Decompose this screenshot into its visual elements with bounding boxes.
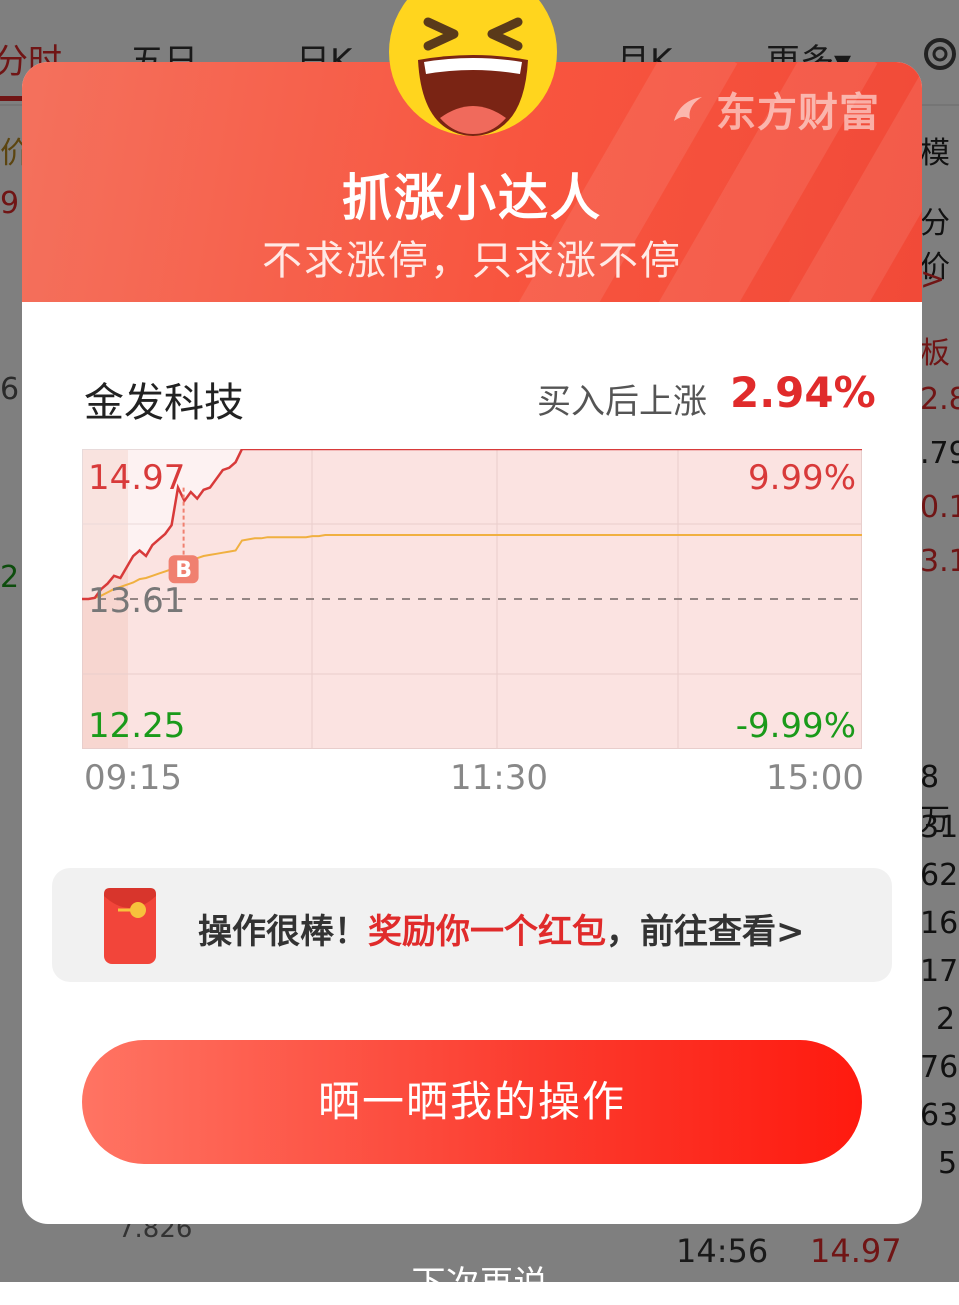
laughing-emoji-icon (389, 0, 557, 136)
chart-bottom-price: 12.25 (88, 706, 185, 746)
brand-name: 东方财富 (716, 90, 880, 136)
stock-name: 金发科技 (84, 380, 244, 426)
reward-banner[interactable]: 操作很棒！奖励你一个红包，前往查看> (52, 868, 892, 982)
x-tick-start: 09:15 (84, 758, 182, 798)
modal-title: 抓涨小达人 (342, 169, 602, 227)
later-button[interactable]: 下次再说 (0, 1256, 959, 1305)
x-tick-mid: 11:30 (450, 758, 548, 798)
gain-value: 2.94% (730, 368, 876, 417)
intraday-chart: B 14.97 13.61 12.25 9.99% -9.99% (82, 449, 862, 749)
chart-top-pct: 9.99% (748, 458, 856, 498)
gain-label: 买入后上涨 (537, 382, 707, 422)
buy-marker-label: B (175, 558, 192, 583)
modal-subtitle: 不求涨停，只求涨不停 (262, 238, 682, 284)
brand-logo: 东方财富 (668, 80, 880, 138)
red-envelope-icon (104, 888, 156, 964)
brand-flame-icon (674, 97, 702, 121)
reward-text: 操作很棒！奖励你一个红包，前往查看> (198, 904, 805, 953)
reward-highlight: 奖励你一个红包 (368, 912, 606, 952)
reward-prefix: 操作很棒！ (198, 912, 368, 952)
share-button[interactable]: 晒一晒我的操作 (82, 1040, 862, 1164)
chart-top-price: 14.97 (88, 458, 185, 498)
reward-modal: 东方财富 抓涨小达人 不求涨停，只求涨不停 金发科技 买入后上涨 2.94% B… (22, 62, 922, 1224)
x-tick-end: 15:00 (766, 758, 864, 798)
chart-bottom-pct: -9.99% (736, 706, 856, 746)
reward-suffix[interactable]: ，前往查看> (606, 912, 805, 952)
chart-base-price: 13.61 (88, 581, 185, 621)
buy-marker: B (168, 555, 199, 584)
